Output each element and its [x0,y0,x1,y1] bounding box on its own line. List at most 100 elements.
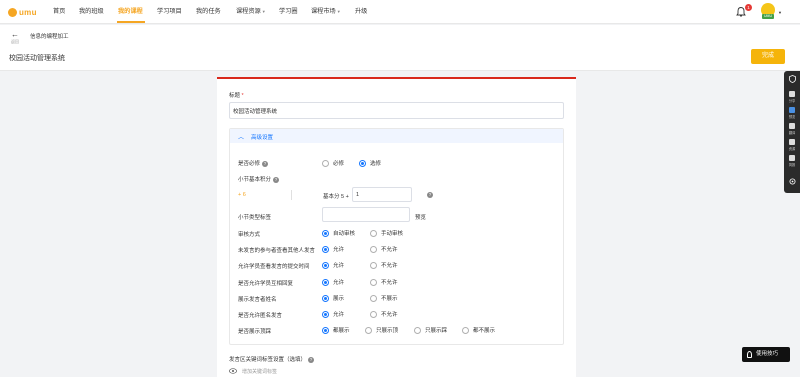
radio-label: 允许 [333,247,345,253]
page-header: ← 返回 信息的编程加工 校园活动管理系统 [0,25,800,71]
type-tag-label: 小节类型标签 [238,215,272,221]
radio-submit-time-allow[interactable]: 允许 [322,261,344,269]
radio-show-down-only[interactable]: 只展示踩 [414,326,447,334]
radio-label: 必修 [333,161,345,167]
radio-view-others-allow[interactable]: 允许 [322,245,344,253]
radio-dot [370,261,377,269]
radio-label: 自动审核 [333,231,356,237]
radio-elective[interactable]: 选修 [359,159,381,167]
toolbar-resources[interactable]: 资源 [784,139,800,151]
radio-anonymous-deny[interactable]: 不允许 [370,310,398,318]
logo-text: umu [19,7,37,17]
top-navbar: umu 首页 我的班级 我的课程 学习项目 我的任务 课程资源▼ 学习圈 课程市… [0,0,800,24]
nav-course-resources[interactable]: 课程资源▼ [236,0,266,24]
radio-view-others-deny[interactable]: 不允许 [370,245,398,253]
view-others-label: 未发言的参与者查看其他人发言 [238,248,316,254]
radio-required[interactable]: 必修 [322,159,344,167]
nav-home[interactable]: 首页 [53,0,65,24]
radio-mutual-reply-allow[interactable]: 允许 [322,278,344,286]
nav-learning-projects[interactable]: 学习项目 [157,0,182,24]
title-input[interactable] [229,102,564,119]
chevron-down-icon: ▼ [336,9,341,14]
add-keyword-hint[interactable]: 增加关键词标签 [242,368,277,375]
nav-my-tasks[interactable]: 我的任务 [196,0,221,24]
radio-anonymous-allow[interactable]: 允许 [322,310,344,318]
eye-icon[interactable] [229,368,237,374]
nav-my-classes[interactable]: 我的班级 [79,0,104,24]
radio-dot [370,294,377,302]
radio-label: 都不展示 [473,328,496,334]
course-subtitle: 信息的编程加工 [30,34,69,40]
radio-show-up-only[interactable]: 只展示顶 [365,326,398,334]
vote-display-label: 是否展示顶踩 [238,329,272,335]
nav-course-resources-label: 课程资源 [236,8,261,15]
advanced-settings-header[interactable]: ︿ 高级设置 [230,129,563,143]
toolbar-share[interactable]: 分享 [784,91,800,103]
done-button[interactable]: 完成 [751,49,785,64]
radio-manual-review[interactable]: 手动审核 [370,229,403,237]
notification-badge: 1 [745,4,752,11]
radio-dot [365,326,372,334]
radio-hide-name[interactable]: 不展示 [370,294,398,302]
document-icon [789,155,795,161]
usage-tips-label: 使用技巧 [756,351,779,357]
plus-score: + 6 [238,192,246,198]
shield-icon [788,75,796,83]
base-score-label-text: 小节基本积分 [238,177,272,183]
required-field-label-text: 是否必修 [238,161,261,167]
shield-button[interactable] [784,75,800,85]
back-label: 返回 [11,39,19,44]
translate-icon [789,123,795,129]
type-tag-input[interactable] [322,207,410,222]
radio-label: 允许 [333,263,345,269]
divider [291,190,292,200]
nav-learning-circle[interactable]: 学习圈 [279,0,298,24]
help-icon[interactable]: ? [262,160,269,167]
usage-tips-button[interactable]: 使用技巧 [742,347,790,362]
gear-icon [789,178,795,185]
toolbar-label: 简报 [788,163,796,167]
radio-dot [462,326,469,334]
radio-label: 不允许 [381,312,398,318]
base-score-input[interactable] [352,187,412,202]
back-button[interactable]: ← 返回 [9,30,21,46]
radio-mutual-reply-deny[interactable]: 不允许 [370,278,398,286]
nav-course-market[interactable]: 课程市场▼ [311,0,341,24]
radio-label: 允许 [333,312,345,318]
toolbar-settings[interactable] [784,178,800,187]
radio-submit-time-deny[interactable]: 不允许 [370,261,398,269]
toolbar-preview[interactable]: 预览 [784,107,800,119]
help-icon[interactable]: ? [427,192,433,198]
radio-dot [322,294,329,302]
radio-auto-review[interactable]: 自动审核 [322,229,355,237]
active-nav-underline [117,21,145,23]
show-name-label: 展示发言者姓名 [238,297,277,303]
toolbar-label: 分享 [788,99,796,103]
help-icon[interactable]: ? [273,176,280,183]
help-icon[interactable]: ? [308,356,315,363]
chevron-down-icon[interactable]: ▼ [778,10,782,15]
toolbar-translate[interactable]: 翻译 [784,123,800,135]
radio-dot [370,229,377,237]
nav-upgrade[interactable]: 升级 [355,0,367,24]
required-mark: * [241,93,244,99]
toolbar-label: 资源 [788,147,796,151]
umu-logo[interactable]: umu [8,5,37,19]
radio-dot [322,261,329,269]
radio-dot [370,310,377,318]
base-score-prefix: 基本分 5 + [323,194,349,200]
advanced-settings-panel: ︿ 高级设置 是否必修? 必修 选修 小节基本积分? + 6 基本分 5 + ?… [229,128,564,345]
radio-show-none[interactable]: 都不展示 [462,326,495,334]
toolbar-label: 预览 [788,115,796,119]
radio-show-all[interactable]: 都展示 [322,326,350,334]
toolbar-brief[interactable]: 简报 [784,155,800,167]
avatar-tag: UMU [762,14,774,19]
radio-show-name[interactable]: 展示 [322,294,344,302]
title-label-text: 标题 [229,93,241,99]
required-field-label: 是否必修? [238,159,269,167]
lightbulb-icon [747,351,752,358]
title-label: 标题 * [229,91,244,99]
page-title: 校园活动管理系统 [9,55,65,62]
mutual-reply-label: 是否允许学员互相回复 [238,281,294,287]
radio-dot [322,245,329,253]
